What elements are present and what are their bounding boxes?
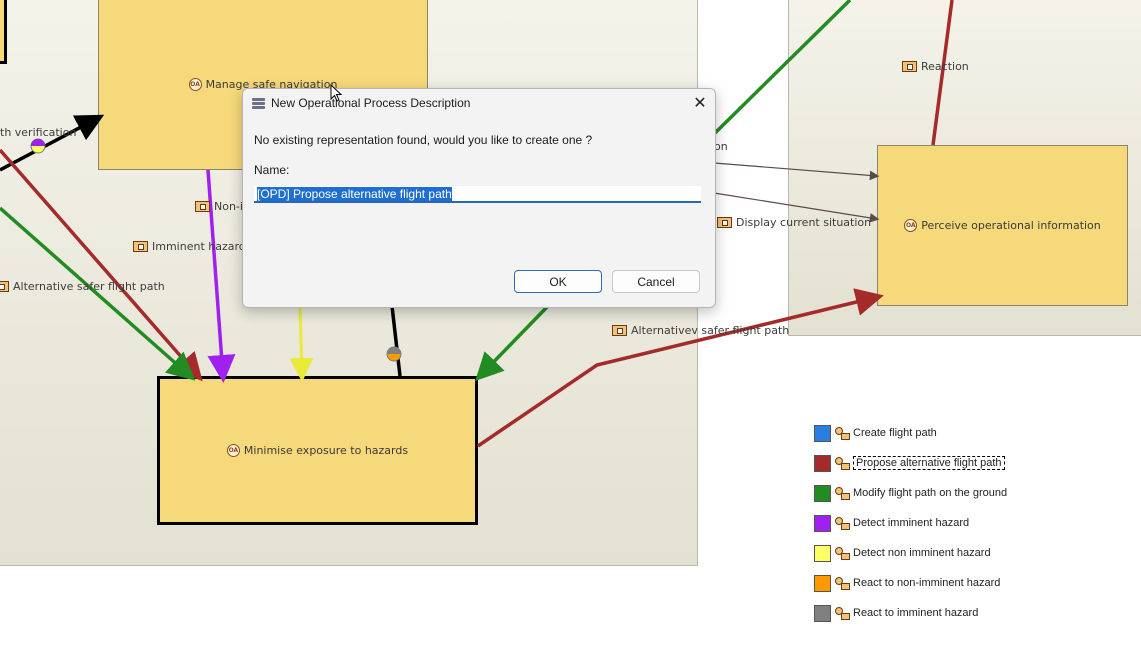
legend-swatch: [814, 544, 831, 562]
legend-swatch: [814, 484, 831, 502]
name-input-selected-text: [OPD] Propose alternative flight path: [257, 187, 452, 201]
operational-process-icon: [835, 456, 850, 470]
exchange-label-alternative-safer-left[interactable]: Alternative safer flight path: [0, 280, 165, 293]
name-label: Name:: [254, 163, 290, 177]
exchange-label-non-imminent[interactable]: Non-i: [195, 200, 243, 213]
functional-exchange-icon: [133, 241, 148, 252]
legend-swatch: [814, 454, 831, 472]
operational-process-icon: [835, 576, 850, 590]
functional-exchange-icon: [612, 325, 627, 336]
operational-process-icon: [835, 606, 850, 620]
exchange-label-path-verification[interactable]: th verification: [0, 126, 76, 139]
mouse-cursor-icon: [330, 84, 342, 102]
new-opd-dialog: New Operational Process Description ✕ No…: [242, 88, 716, 308]
legend-item-modify-flight-path[interactable]: Modify flight path on the ground: [814, 483, 1007, 503]
functional-exchange-icon: [902, 61, 917, 72]
legend-item-detect-imminent-hazard[interactable]: Detect imminent hazard: [814, 513, 969, 533]
operational-process-icon: [835, 426, 850, 440]
legend-swatch: [814, 604, 831, 622]
process-description-icon: [252, 97, 265, 109]
ok-button[interactable]: OK: [514, 270, 602, 293]
legend-item-detect-non-imminent-hazard[interactable]: Detect non imminent hazard: [814, 543, 991, 563]
legend-item-react-imminent-hazard[interactable]: React to imminent hazard: [814, 603, 978, 623]
functional-exchange-icon: [717, 217, 732, 228]
operational-process-icon: [835, 516, 850, 530]
exchange-label-on[interactable]: on: [714, 140, 728, 153]
legend-item-create-flight-path[interactable]: Create flight path: [814, 423, 937, 443]
exchange-label-imminent-hazard[interactable]: Imminent hazard d: [133, 240, 256, 253]
functional-exchange-icon: [195, 201, 210, 212]
exchange-label-alternative-safer-right[interactable]: Alternativev safer flight path: [612, 324, 789, 337]
legend-swatch: [814, 514, 831, 532]
name-input[interactable]: [OPD] Propose alternative flight path: [254, 186, 701, 203]
functional-exchange-icon: [0, 281, 9, 292]
operational-process-icon: [835, 546, 850, 560]
legend-swatch: [814, 424, 831, 442]
dialog-message: No existing representation found, would …: [254, 133, 593, 147]
cancel-button[interactable]: Cancel: [612, 270, 700, 293]
dialog-titlebar[interactable]: New Operational Process Description ✕: [243, 89, 715, 117]
operational-process-icon: [835, 486, 850, 500]
exchange-label-reaction[interactable]: Reaction: [902, 60, 969, 73]
legend-item-propose-alternative-flight-path[interactable]: Propose alternative flight path: [814, 453, 1005, 473]
legend-swatch: [814, 574, 831, 592]
exchange-label-display-current[interactable]: Display current situation: [717, 216, 871, 229]
close-icon[interactable]: ✕: [685, 89, 715, 117]
legend-item-react-non-imminent-hazard[interactable]: React to non-imminent hazard: [814, 573, 1000, 593]
